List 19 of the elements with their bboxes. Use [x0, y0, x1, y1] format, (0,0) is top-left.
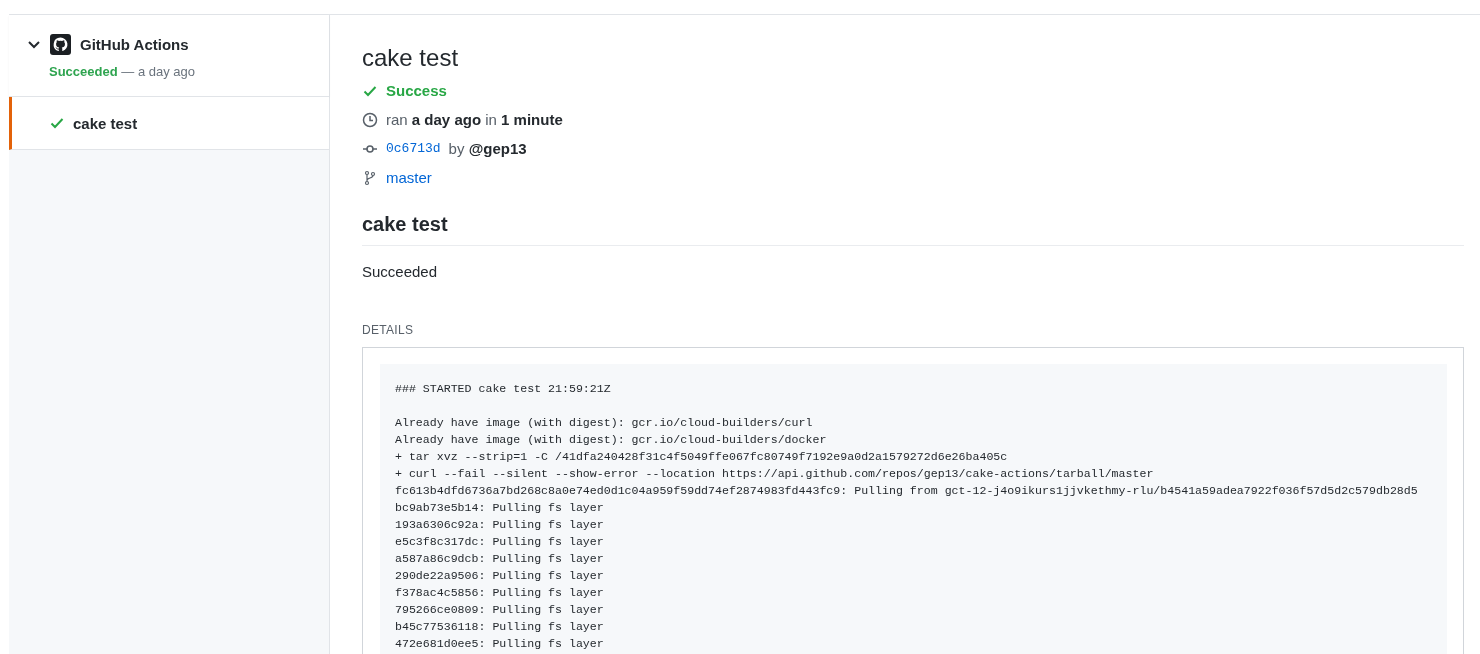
- branch-icon: [362, 169, 378, 186]
- details-label: DETAILS: [362, 323, 415, 337]
- log-output: ### STARTED cake test 21:59:21Z Already have image (with digest): gcr.io/cloud-builders/curl Already have image (with digest): gcr.io/cloud-builders/docker + tar xvz --strip=1 -C /41dfa240428f31c4f5049ffe067fc80749f7192e9a0d2a1579272d6e26ba405c + curl --fail --silent --show-error --location https://api.github.com/repos/gep13/cake-actions/tarball/master fc613b4dfd6736a7bd268c8a0e74ed0d1c04a959f59dd74ef2874983fd443fc9: Pulling from gct-12-j4o9ikurs1jjvkethmy-rlu/b4541a59adea7922f036f57d5d2c579db28d5 bc9ab73e5b14: Pulling fs layer 193a6306c92a: Pulling fs layer e5c3f8c317dc: Pulling fs layer a587a86c9dcb: Pulling fs layer 290de22a9506: Pulling fs layer f378ac4c5856: Pulling fs layer 795266ce0809: Pulling fs layer b45c77536118: Pulling fs layer 472e681d0ee5: Pulling fs layer: [380, 364, 1447, 654]
- output-title: cake test: [362, 210, 1464, 246]
- octocat-logo-icon: [50, 34, 71, 55]
- app-status-text: Succeeded — a day ago: [48, 64, 196, 79]
- commit-author-text: by @gep13: [448, 140, 527, 157]
- check-run-item[interactable]: cake test: [9, 97, 329, 150]
- branch-link[interactable]: master: [386, 169, 432, 186]
- app-name: GitHub Actions: [80, 36, 189, 53]
- clock-icon: [362, 111, 378, 128]
- run-title: cake test: [362, 43, 460, 73]
- output-summary: Succeeded: [362, 263, 439, 280]
- commit-link[interactable]: 0c6713d: [386, 141, 441, 156]
- run-status: Success: [386, 82, 447, 99]
- check-icon: [50, 117, 64, 129]
- check-icon: [362, 84, 378, 97]
- chevron-icon[interactable]: [27, 38, 41, 51]
- run-duration-text: ran a day ago in 1 minute: [386, 111, 563, 128]
